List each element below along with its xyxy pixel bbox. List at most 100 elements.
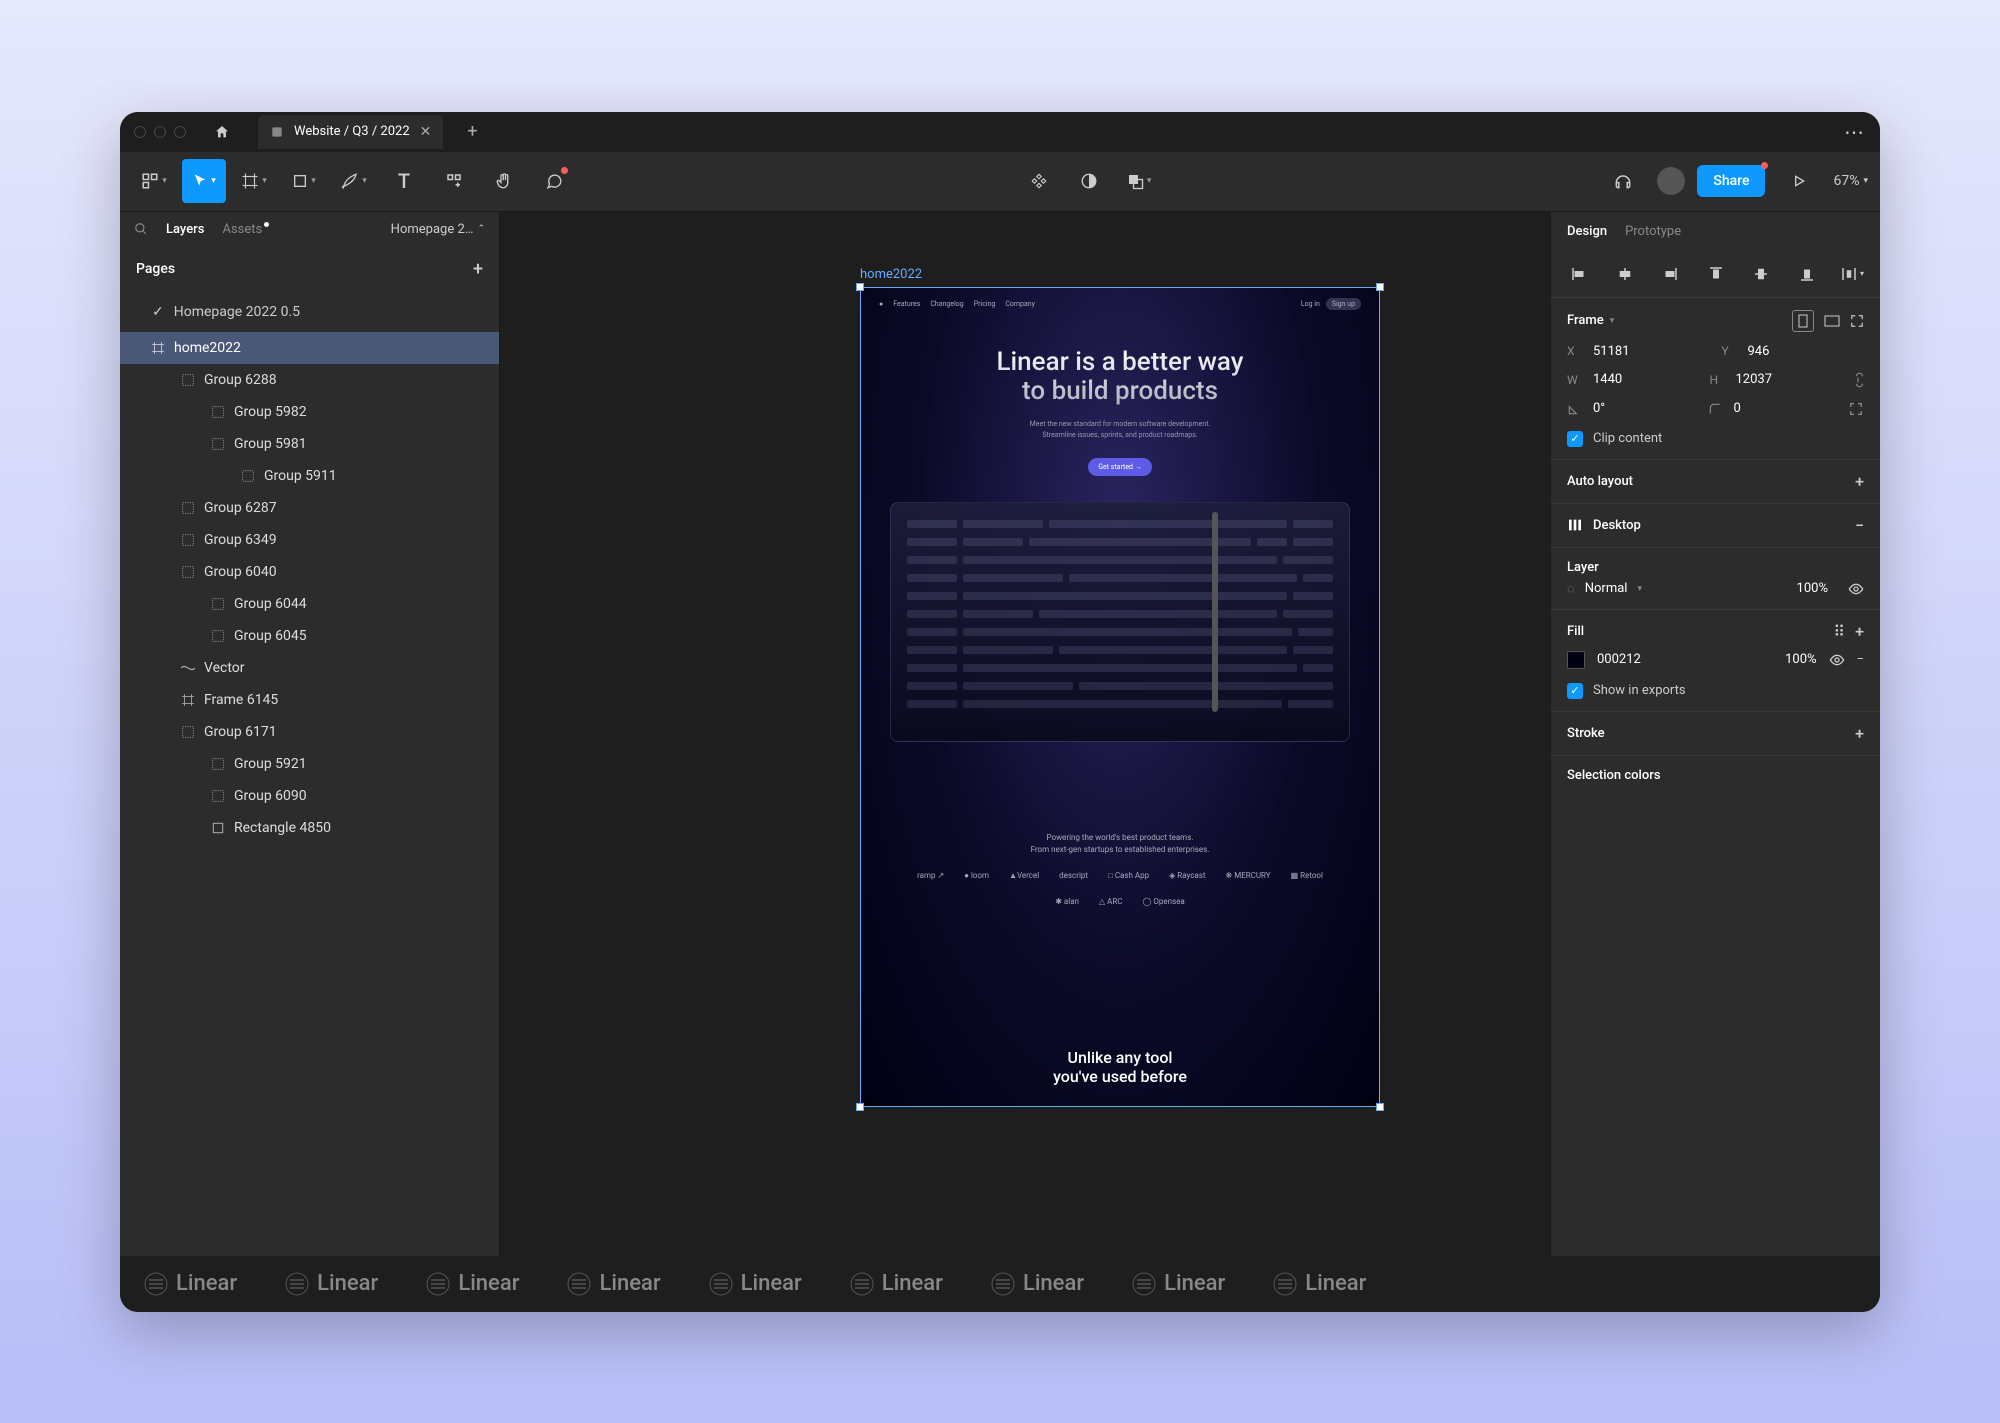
layer-item[interactable]: Group 5982: [120, 396, 499, 428]
share-button[interactable]: Share: [1697, 165, 1765, 197]
design-tab[interactable]: Design: [1567, 224, 1607, 239]
distribute-icon[interactable]: ▾: [1834, 259, 1870, 289]
text-tool[interactable]: T: [382, 159, 426, 203]
pen-tool[interactable]: ▾: [332, 159, 376, 203]
layer-item[interactable]: Rectangle 4850: [120, 812, 499, 844]
right-panel: Design Prototype ▾ Frame ▾: [1550, 212, 1880, 1256]
layer-section-label: Layer: [1567, 560, 1599, 575]
layer-item[interactable]: Group 5981: [120, 428, 499, 460]
layer-item[interactable]: Group 6090: [120, 780, 499, 812]
component-tool[interactable]: [1017, 159, 1061, 203]
main-menu-button[interactable]: ▾: [132, 159, 176, 203]
group-icon: [180, 564, 196, 580]
boolean-tool[interactable]: ▾: [1117, 159, 1161, 203]
fill-opacity[interactable]: 100%: [1785, 652, 1816, 667]
avatar[interactable]: [1657, 167, 1685, 195]
group-icon: [180, 724, 196, 740]
styles-icon[interactable]: ⠿: [1833, 622, 1845, 641]
frame-tool[interactable]: ▾: [232, 159, 276, 203]
window-controls[interactable]: [134, 126, 186, 138]
resize-fit-icon[interactable]: [1850, 314, 1864, 328]
add-fill-button[interactable]: +: [1855, 622, 1864, 641]
logo: ✱ alan: [1055, 896, 1079, 908]
align-hcenter-icon[interactable]: [1607, 259, 1643, 289]
show-exports-checkbox[interactable]: ✓: [1567, 683, 1583, 699]
brand-watermark: Linear: [826, 1271, 967, 1296]
hand-tool[interactable]: [482, 159, 526, 203]
independent-corners-icon[interactable]: [1848, 401, 1864, 417]
resize-handle[interactable]: [856, 1103, 864, 1111]
blend-icon: ◌: [1567, 581, 1575, 597]
move-tool[interactable]: ▾: [182, 159, 226, 203]
clip-checkbox[interactable]: ✓: [1567, 431, 1583, 447]
search-icon[interactable]: [134, 222, 148, 236]
blend-mode[interactable]: Normal: [1585, 581, 1628, 596]
y-value[interactable]: 946: [1748, 344, 1770, 359]
remove-breakpoint-button[interactable]: −: [1855, 516, 1864, 535]
file-tab[interactable]: Website / Q3 / 2022 ✕: [258, 115, 443, 149]
new-tab-button[interactable]: +: [467, 121, 477, 142]
page-breadcrumb[interactable]: Homepage 2…⌃: [391, 222, 485, 237]
resize-handle[interactable]: [1376, 283, 1384, 291]
zoom-control[interactable]: 67%▾: [1833, 173, 1868, 189]
resize-handle[interactable]: [856, 283, 864, 291]
show-exports-label: Show in exports: [1593, 683, 1686, 698]
breakpoint-icon: [1567, 517, 1583, 533]
h-value[interactable]: 12037: [1736, 372, 1773, 387]
logo: ◈ Raycast: [1169, 870, 1205, 882]
layer-item[interactable]: Group 6287: [120, 492, 499, 524]
rotation-value[interactable]: 0°: [1593, 401, 1605, 416]
align-right-icon[interactable]: [1652, 259, 1688, 289]
visibility-icon[interactable]: [1848, 581, 1864, 597]
fill-swatch[interactable]: [1567, 651, 1585, 669]
prototype-tab[interactable]: Prototype: [1625, 224, 1681, 239]
page-item[interactable]: ✓ Homepage 2022 0.5: [120, 292, 499, 332]
add-autolayout-button[interactable]: +: [1855, 472, 1864, 491]
comment-tool[interactable]: [532, 159, 576, 203]
fill-hex[interactable]: 000212: [1597, 652, 1641, 667]
layer-item[interactable]: Group 6171: [120, 716, 499, 748]
close-icon[interactable]: ✕: [420, 124, 432, 140]
layer-opacity[interactable]: 100%: [1797, 581, 1828, 596]
remove-fill-button[interactable]: −: [1857, 652, 1864, 667]
layer-item[interactable]: Group 6349: [120, 524, 499, 556]
landscape-icon[interactable]: [1824, 315, 1840, 327]
audio-icon[interactable]: [1601, 159, 1645, 203]
home-icon[interactable]: [202, 116, 242, 148]
constrain-icon[interactable]: [1852, 371, 1864, 389]
layer-item[interactable]: Group 5921: [120, 748, 499, 780]
resources-tool[interactable]: [432, 159, 476, 203]
layer-item[interactable]: Group 5911: [120, 460, 499, 492]
layer-item[interactable]: Group 6040: [120, 556, 499, 588]
add-page-button[interactable]: +: [473, 259, 483, 280]
add-stroke-button[interactable]: +: [1855, 724, 1864, 743]
align-left-icon[interactable]: [1561, 259, 1597, 289]
portrait-icon[interactable]: [1792, 310, 1814, 332]
mask-tool[interactable]: [1067, 159, 1111, 203]
scrollbar[interactable]: [1212, 512, 1218, 712]
layer-item[interactable]: Group 6044: [120, 588, 499, 620]
assets-tab[interactable]: Assets: [222, 222, 269, 237]
align-vcenter-icon[interactable]: [1743, 259, 1779, 289]
more-icon[interactable]: ⋯: [1844, 120, 1866, 144]
align-top-icon[interactable]: [1698, 259, 1734, 289]
present-button[interactable]: [1777, 159, 1821, 203]
visibility-icon[interactable]: [1829, 652, 1845, 668]
x-value[interactable]: 51181: [1593, 344, 1630, 359]
frame-label[interactable]: home2022: [860, 267, 922, 282]
layer-item[interactable]: Vector: [120, 652, 499, 684]
radius-value[interactable]: 0: [1734, 401, 1741, 416]
shape-tool[interactable]: ▾: [282, 159, 326, 203]
breakpoint-label[interactable]: Desktop: [1593, 518, 1641, 533]
canvas[interactable]: home2022 ● FeaturesChangelogPricingCompa…: [500, 212, 1550, 1256]
w-value[interactable]: 1440: [1593, 372, 1622, 387]
layer-item[interactable]: Frame 6145: [120, 684, 499, 716]
group-icon: [180, 532, 196, 548]
layer-item[interactable]: Group 6045: [120, 620, 499, 652]
layer-item[interactable]: Group 6288: [120, 364, 499, 396]
layer-item[interactable]: home2022: [120, 332, 499, 364]
align-bottom-icon[interactable]: [1789, 259, 1825, 289]
layers-tab[interactable]: Layers: [166, 222, 204, 237]
selected-frame[interactable]: ● FeaturesChangelogPricingCompany Log in…: [860, 287, 1380, 1107]
resize-handle[interactable]: [1376, 1103, 1384, 1111]
